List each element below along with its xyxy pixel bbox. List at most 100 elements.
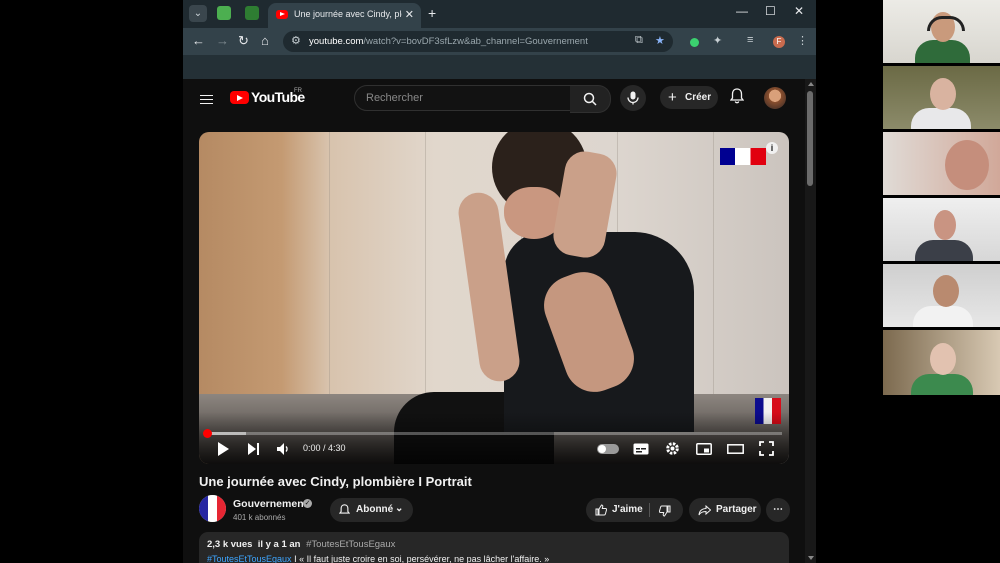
like-divider (649, 503, 650, 517)
site-info-icon[interactable]: ⚙ (291, 34, 301, 47)
scroll-up-icon[interactable] (808, 82, 814, 86)
channel-name[interactable]: Gouvernement (233, 498, 307, 510)
browser-window: ⌄ Une journée avec Cindy, plombi ✕ + — ☐… (183, 0, 816, 563)
autoplay-toggle[interactable] (597, 444, 619, 454)
tab-youtube[interactable]: Une journée avec Cindy, plombi ✕ (268, 3, 421, 28)
dislike-icon[interactable] (659, 505, 671, 517)
participant-tile[interactable] (883, 66, 1000, 129)
chevron-down-icon: ⌄ (395, 503, 404, 514)
like-icon[interactable] (595, 504, 607, 516)
search-button[interactable] (570, 85, 611, 113)
reading-list-icon[interactable]: ≡ (747, 34, 753, 46)
progress-scrubber[interactable] (203, 429, 212, 438)
participant-face (933, 275, 959, 307)
description-hashtag-link[interactable]: #ToutesEtTousEgaux (207, 554, 292, 563)
share-icon (698, 505, 711, 516)
volume-icon[interactable] (276, 442, 291, 456)
controls-gradient (199, 412, 789, 464)
progress-bar[interactable] (203, 429, 782, 438)
channel-avatar[interactable] (199, 495, 226, 522)
url-path: /watch?v=bovDF3sfLzw&ab_channel=Gouverne… (363, 36, 588, 47)
participant-tile[interactable] (883, 198, 1000, 261)
bell-icon[interactable] (730, 88, 744, 104)
browser-menu-icon[interactable]: ⋮ (797, 34, 808, 47)
next-icon[interactable] (247, 442, 260, 456)
scroll-down-icon[interactable] (808, 556, 814, 560)
participant-body (911, 108, 971, 129)
minimize-icon[interactable]: — (736, 4, 748, 18)
address-bar[interactable]: ⚙ youtube.com/watch?v=bovDF3sfLzw&ab_cha… (283, 31, 673, 52)
share-button[interactable]: Partager (689, 498, 761, 522)
settings-icon[interactable] (665, 441, 680, 456)
play-icon[interactable] (216, 441, 230, 457)
participant-face (934, 210, 956, 240)
extensions-puzzle-icon[interactable]: ✦ (713, 34, 722, 47)
upload-age: il y a 1 an (257, 539, 301, 550)
create-label: Créer (685, 92, 712, 103)
reload-icon[interactable]: ↻ (238, 33, 249, 49)
voice-search-button[interactable] (620, 85, 646, 111)
more-icon: ⋯ (773, 504, 783, 515)
account-avatar[interactable] (764, 87, 786, 109)
fullscreen-icon[interactable] (759, 441, 774, 456)
create-button[interactable]: + Créer (660, 86, 718, 109)
participant-face (930, 343, 956, 375)
subtitles-icon[interactable] (633, 443, 649, 455)
time-display: 0:00 / 4:30 (303, 443, 346, 453)
forward-icon[interactable]: → (216, 33, 229, 48)
participant-body (913, 306, 973, 327)
new-tab-icon[interactable]: + (428, 5, 436, 21)
pinned-tab-board[interactable] (245, 6, 259, 20)
youtube-page: YouTube FR Rechercher + Créer i 0:00 / 4… (183, 79, 816, 563)
search-input[interactable]: Rechercher (354, 85, 571, 111)
like-label[interactable]: J'aime (612, 498, 643, 522)
menu-icon[interactable] (200, 92, 213, 107)
cast-icon[interactable]: ⧉ (635, 34, 643, 47)
page-top-strip (183, 55, 816, 79)
miniplayer-icon[interactable] (696, 443, 712, 455)
participant-tile[interactable] (883, 264, 1000, 327)
theater-icon[interactable] (727, 444, 744, 454)
profile-avatar[interactable]: F (773, 36, 785, 48)
participant-tile[interactable] (883, 0, 1000, 63)
more-actions-button[interactable]: ⋯ (766, 498, 790, 522)
participant-face (945, 140, 989, 190)
info-icon[interactable]: i (766, 142, 778, 154)
view-count: 2,3 k vues (207, 539, 253, 550)
plus-icon: + (668, 89, 677, 106)
progress-buffered (206, 432, 247, 435)
video-title: Une journée avec Cindy, plombière I Port… (199, 474, 472, 489)
participant-body (911, 374, 973, 395)
bell-icon (339, 504, 350, 514)
like-dislike-group: J'aime (586, 498, 683, 522)
close-window-icon[interactable]: ✕ (794, 4, 804, 18)
participant-tile[interactable] (883, 330, 1000, 395)
back-icon[interactable]: ← (192, 33, 205, 48)
extension-green-icon[interactable] (690, 38, 699, 47)
search-placeholder: Rechercher (366, 92, 423, 104)
bookmark-star-icon[interactable]: ★ (655, 34, 665, 47)
tab-search-icon[interactable]: ⌄ (189, 5, 207, 22)
pinned-tab-meet[interactable] (217, 6, 231, 20)
page-scrollbar[interactable] (805, 79, 816, 563)
youtube-logo-icon[interactable] (230, 91, 249, 104)
subscribed-label: Abonné (356, 504, 394, 515)
participant-tile[interactable] (883, 132, 1000, 195)
subscribed-button[interactable]: Abonné ⌄ (330, 498, 413, 522)
home-icon[interactable]: ⌂ (261, 33, 269, 48)
description-line: #ToutesEtTousEgaux I « Il faut juste cro… (207, 554, 549, 563)
scrollbar-thumb[interactable] (807, 91, 813, 186)
participant-body (915, 240, 973, 261)
search-icon (583, 92, 597, 106)
region-code: FR (294, 88, 302, 94)
hashtag-link[interactable]: #ToutesEtTousEgaux (306, 539, 395, 550)
description-box[interactable]: 2,3 k vues il y a 1 an #ToutesEtTousEgau… (199, 532, 789, 563)
video-player[interactable]: i 0:00 / 4:30 (199, 132, 789, 464)
participant-body (915, 40, 970, 63)
close-tab-icon[interactable]: ✕ (405, 8, 414, 21)
url-host: youtube.com (309, 36, 364, 47)
participant-face (930, 78, 956, 110)
maximize-icon[interactable]: ☐ (765, 4, 776, 18)
youtube-favicon-icon (276, 10, 288, 19)
tab-strip: ⌄ Une journée avec Cindy, plombi ✕ + — ☐… (183, 0, 816, 28)
